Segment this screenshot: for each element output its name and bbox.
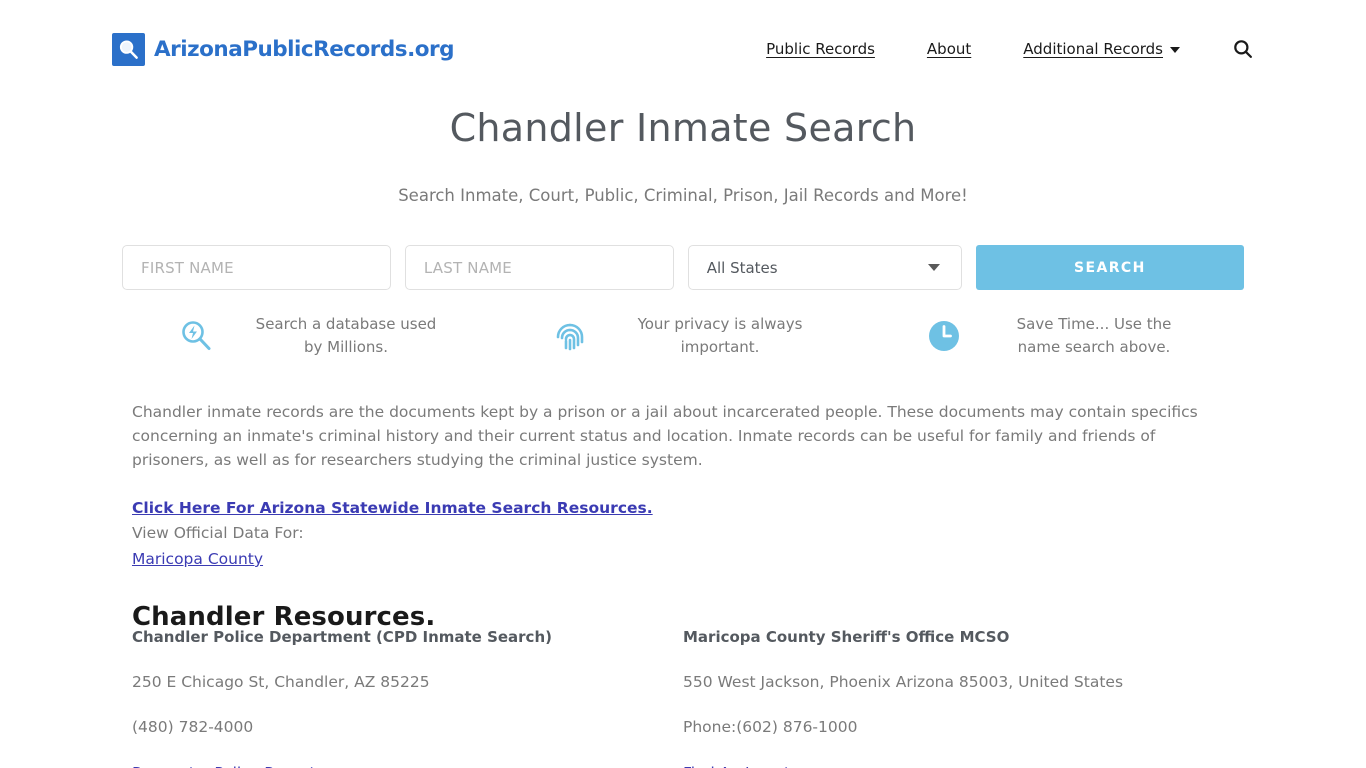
state-select-value: All States [687, 245, 962, 290]
state-select[interactable]: All States [687, 245, 962, 290]
search-icon[interactable] [1232, 38, 1254, 60]
feature-row: Search a database used by Millions. Your… [122, 306, 1244, 366]
first-name-input[interactable] [122, 245, 391, 290]
maricopa-county-link[interactable]: Maricopa County [132, 550, 263, 568]
page-subtitle: Search Inmate, Court, Public, Criminal, … [398, 186, 968, 205]
nav-item-public-records[interactable]: Public Records [740, 40, 901, 58]
resource-address: 250 E Chicago St, Chandler, AZ 85225 [132, 673, 430, 691]
last-name-input[interactable] [404, 245, 674, 290]
fingerprint-icon [546, 312, 594, 360]
statewide-resources-link[interactable]: Click Here For Arizona Statewide Inmate … [132, 499, 653, 517]
official-data-label: View Official Data For: [132, 524, 304, 542]
resource-address: 550 West Jackson, Phoenix Arizona 85003,… [683, 673, 1124, 691]
resources-grid: Chandler Police Department (CPD Inmate S… [132, 628, 1234, 768]
official-data-block: Click Here For Arizona Statewide Inmate … [132, 498, 1234, 568]
resource-name: Maricopa County Sheriff's Office MCSO [683, 628, 1010, 646]
feature-item-label: Search a database used by Millions. [255, 315, 437, 356]
site-header: ArizonaPublicRecords.org Public Records … [0, 0, 1366, 100]
intro-paragraph: Chandler inmate records are the document… [132, 403, 1198, 469]
nav-item-label: Additional Records [1023, 40, 1163, 58]
resource-phone: (480) 782-4000 [132, 718, 254, 736]
main-navigation: Public Records About Additional Records [740, 38, 1254, 60]
feature-item-save-time: Save Time... Use the name search above. [870, 306, 1244, 366]
inmate-search-form: All States SEARCH [122, 245, 1244, 290]
feature-item-label: Your privacy is always important. [637, 315, 803, 356]
nav-item-label: About [926, 40, 972, 58]
chevron-down-icon [1170, 47, 1180, 53]
nav-item-about[interactable]: About [901, 40, 997, 58]
search-button[interactable]: SEARCH [975, 245, 1244, 290]
nav-item-label: Public Records [766, 40, 875, 58]
main-content: Chandler inmate records are the document… [132, 400, 1234, 632]
nav-item-additional-records[interactable]: Additional Records [997, 40, 1206, 58]
page-root: ArizonaPublicRecords.org Public Records … [0, 0, 1366, 768]
clock-icon [920, 312, 968, 360]
feature-item-label: Save Time... Use the name search above. [1016, 315, 1172, 356]
resource-name: Chandler Police Department (CPD Inmate S… [132, 628, 552, 646]
resource-card-chandler-pd: Chandler Police Department (CPD Inmate S… [132, 628, 683, 768]
magnifier-logo-icon [112, 33, 145, 66]
magnifier-bolt-icon [172, 312, 220, 360]
request-police-report-link[interactable]: Request a Police Report [132, 764, 316, 768]
page-title: Chandler Inmate Search [449, 106, 917, 150]
resources-heading: Chandler Resources. [132, 602, 436, 632]
find-an-inmate-link[interactable]: Find An Inmate [683, 764, 800, 768]
site-logo[interactable]: ArizonaPublicRecords.org [112, 33, 455, 66]
site-logo-text: ArizonaPublicRecords.org [154, 37, 455, 62]
feature-item-database: Search a database used by Millions. [122, 306, 496, 366]
resource-phone: Phone:(602) 876-1000 [683, 718, 858, 736]
feature-item-privacy: Your privacy is always important. [496, 306, 870, 366]
resource-card-mcso: Maricopa County Sheriff's Office MCSO 55… [683, 628, 1234, 768]
